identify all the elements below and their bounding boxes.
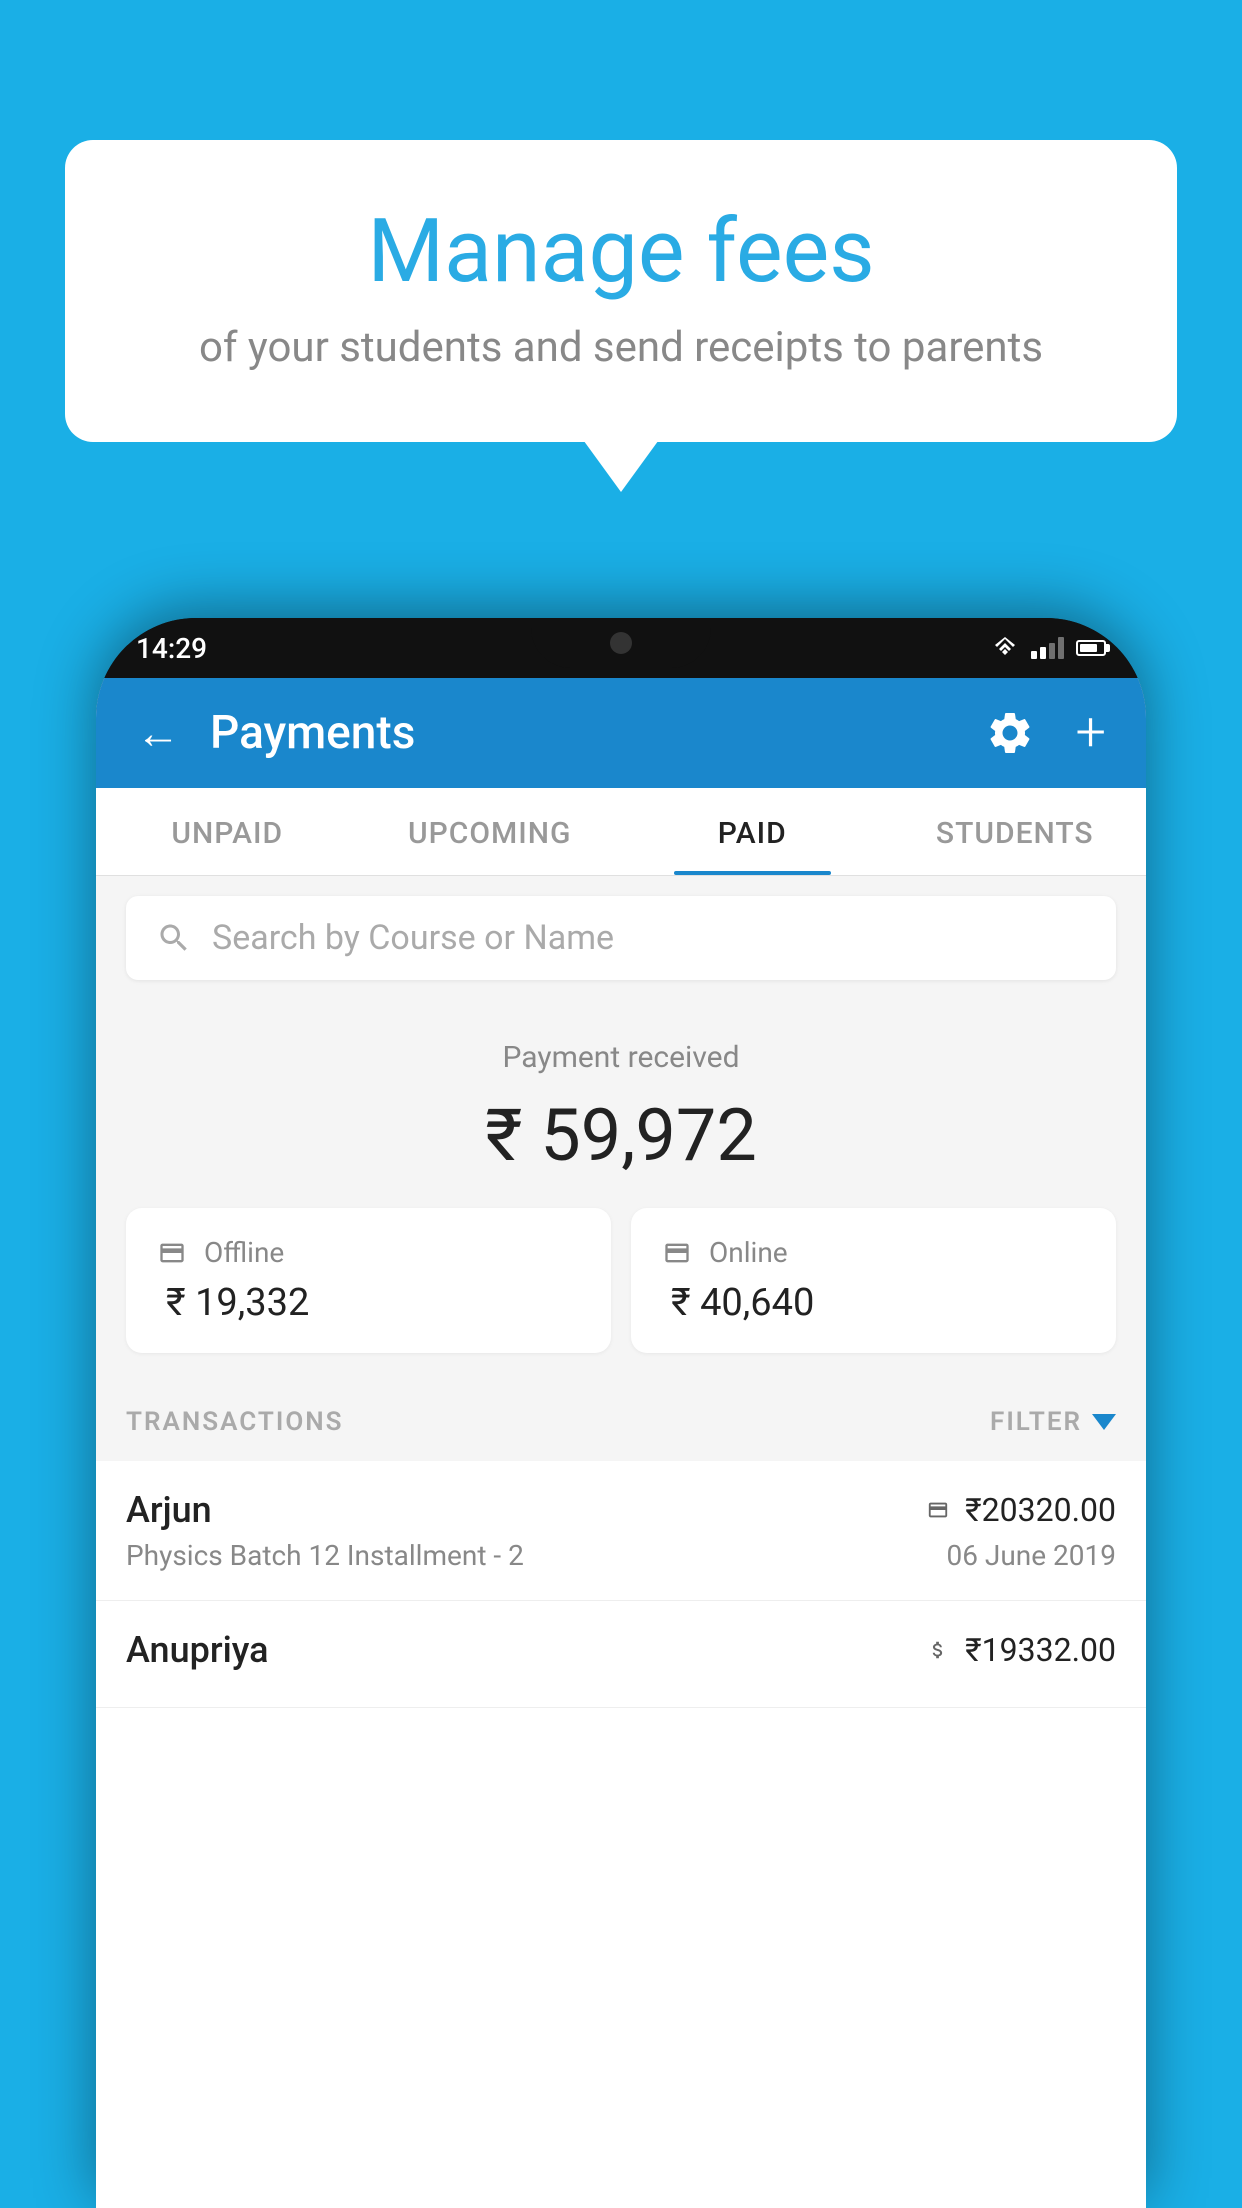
battery-icon — [1076, 640, 1106, 656]
transaction-payment-icon-2 — [923, 1639, 953, 1661]
online-card-type: Online — [709, 1236, 788, 1269]
speech-bubble: Manage fees of your students and send re… — [65, 140, 1177, 442]
transactions-label: TRANSACTIONS — [126, 1407, 344, 1437]
online-card-header: Online — [661, 1236, 1086, 1269]
offline-card-amount: ₹ 19,332 — [156, 1281, 581, 1325]
tab-unpaid[interactable]: UNPAID — [96, 788, 359, 875]
table-row: Anupriya ₹19332.00 — [96, 1601, 1146, 1708]
signal-bars — [1031, 637, 1064, 659]
transaction-payment-icon-1 — [923, 1499, 953, 1521]
online-payment-icon — [661, 1239, 693, 1267]
transaction-amount-2: ₹19332.00 — [965, 1631, 1116, 1669]
status-bar: 14:29 — [96, 618, 1146, 678]
online-payment-card: Online ₹ 40,640 — [631, 1208, 1116, 1353]
tab-paid[interactable]: PAID — [621, 788, 884, 875]
transaction-course-1: Physics Batch 12 Installment - 2 — [126, 1539, 524, 1572]
header-left: ← Payments — [136, 706, 415, 760]
status-icons — [991, 637, 1106, 659]
filter-icon — [1092, 1414, 1116, 1430]
settings-icon[interactable] — [985, 708, 1035, 758]
table-row: Arjun ₹20320.00 Physics Batch 12 Install… — [96, 1461, 1146, 1601]
tab-upcoming[interactable]: UPCOMING — [359, 788, 622, 875]
payment-received-label: Payment received — [126, 1040, 1116, 1075]
offline-payment-icon — [156, 1239, 188, 1267]
app-header: ← Payments + — [96, 678, 1146, 788]
payment-summary: Payment received ₹ 59,972 Offline ₹ 19,3… — [96, 1000, 1146, 1383]
search-icon — [156, 920, 192, 956]
offline-card-header: Offline — [156, 1236, 581, 1269]
transaction-name-1: Arjun — [126, 1489, 212, 1531]
camera-dot — [610, 632, 632, 654]
notch-cutout — [531, 618, 711, 668]
offline-payment-card: Offline ₹ 19,332 — [126, 1208, 611, 1353]
payment-total-amount: ₹ 59,972 — [126, 1093, 1116, 1178]
back-button[interactable]: ← — [136, 707, 180, 759]
speech-bubble-title: Manage fees — [145, 200, 1097, 303]
tabs-bar: UNPAID UPCOMING PAID STUDENTS — [96, 788, 1146, 876]
transaction-amount-1: ₹20320.00 — [965, 1491, 1116, 1529]
speech-bubble-container: Manage fees of your students and send re… — [65, 140, 1177, 442]
phone-frame: 14:29 ← Paym — [96, 618, 1146, 2208]
page-title: Payments — [210, 706, 415, 760]
status-time: 14:29 — [136, 632, 207, 665]
offline-card-type: Offline — [204, 1236, 284, 1269]
search-placeholder: Search by Course or Name — [212, 918, 614, 958]
transaction-date-1: 06 June 2019 — [946, 1539, 1116, 1572]
transactions-header: TRANSACTIONS FILTER — [96, 1383, 1146, 1461]
search-container: Search by Course or Name — [96, 876, 1146, 1000]
search-bar[interactable]: Search by Course or Name — [126, 896, 1116, 980]
app-content: ← Payments + UNPAID UPCOMING PAID STUDEN… — [96, 678, 1146, 2208]
wifi-icon — [991, 637, 1019, 659]
add-button[interactable]: + — [1075, 706, 1106, 760]
speech-bubble-subtitle: of your students and send receipts to pa… — [145, 323, 1097, 372]
header-right: + — [985, 706, 1106, 760]
transaction-name-2: Anupriya — [126, 1629, 269, 1671]
payment-cards: Offline ₹ 19,332 Online ₹ 40,640 — [126, 1208, 1116, 1353]
online-card-amount: ₹ 40,640 — [661, 1281, 1086, 1325]
filter-button[interactable]: FILTER — [990, 1407, 1116, 1437]
tab-students[interactable]: STUDENTS — [884, 788, 1147, 875]
